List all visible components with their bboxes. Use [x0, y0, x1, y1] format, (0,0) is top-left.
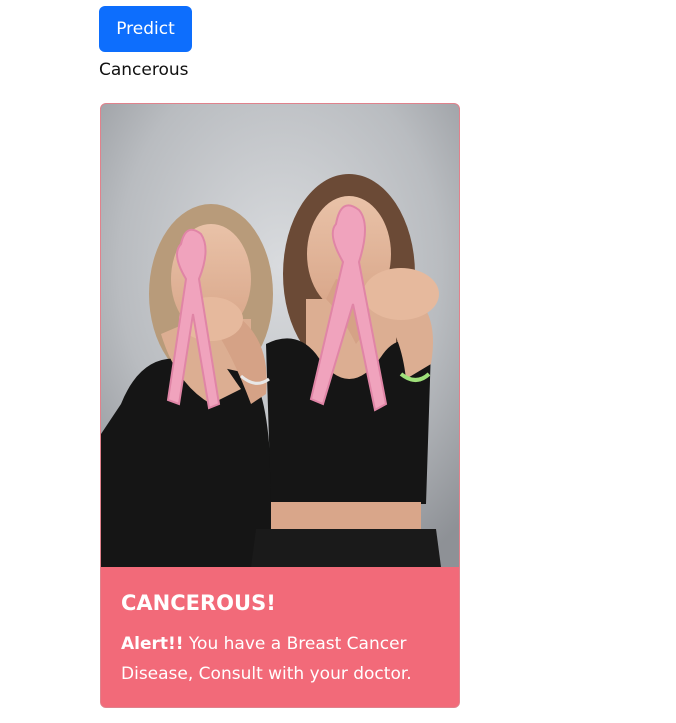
result-card: CANCEROUS! Alert!! You have a Breast Can… — [100, 103, 460, 708]
alert-label: Alert!! — [121, 634, 184, 654]
card-text: Alert!! You have a Breast Cancer Disease… — [121, 629, 439, 689]
card-body: CANCEROUS! Alert!! You have a Breast Can… — [101, 567, 459, 707]
card-title: CANCEROUS! — [121, 591, 276, 615]
awareness-ribbon-image — [101, 104, 459, 567]
predict-button[interactable]: Predict — [99, 6, 192, 52]
prediction-result: Cancerous — [99, 60, 189, 80]
